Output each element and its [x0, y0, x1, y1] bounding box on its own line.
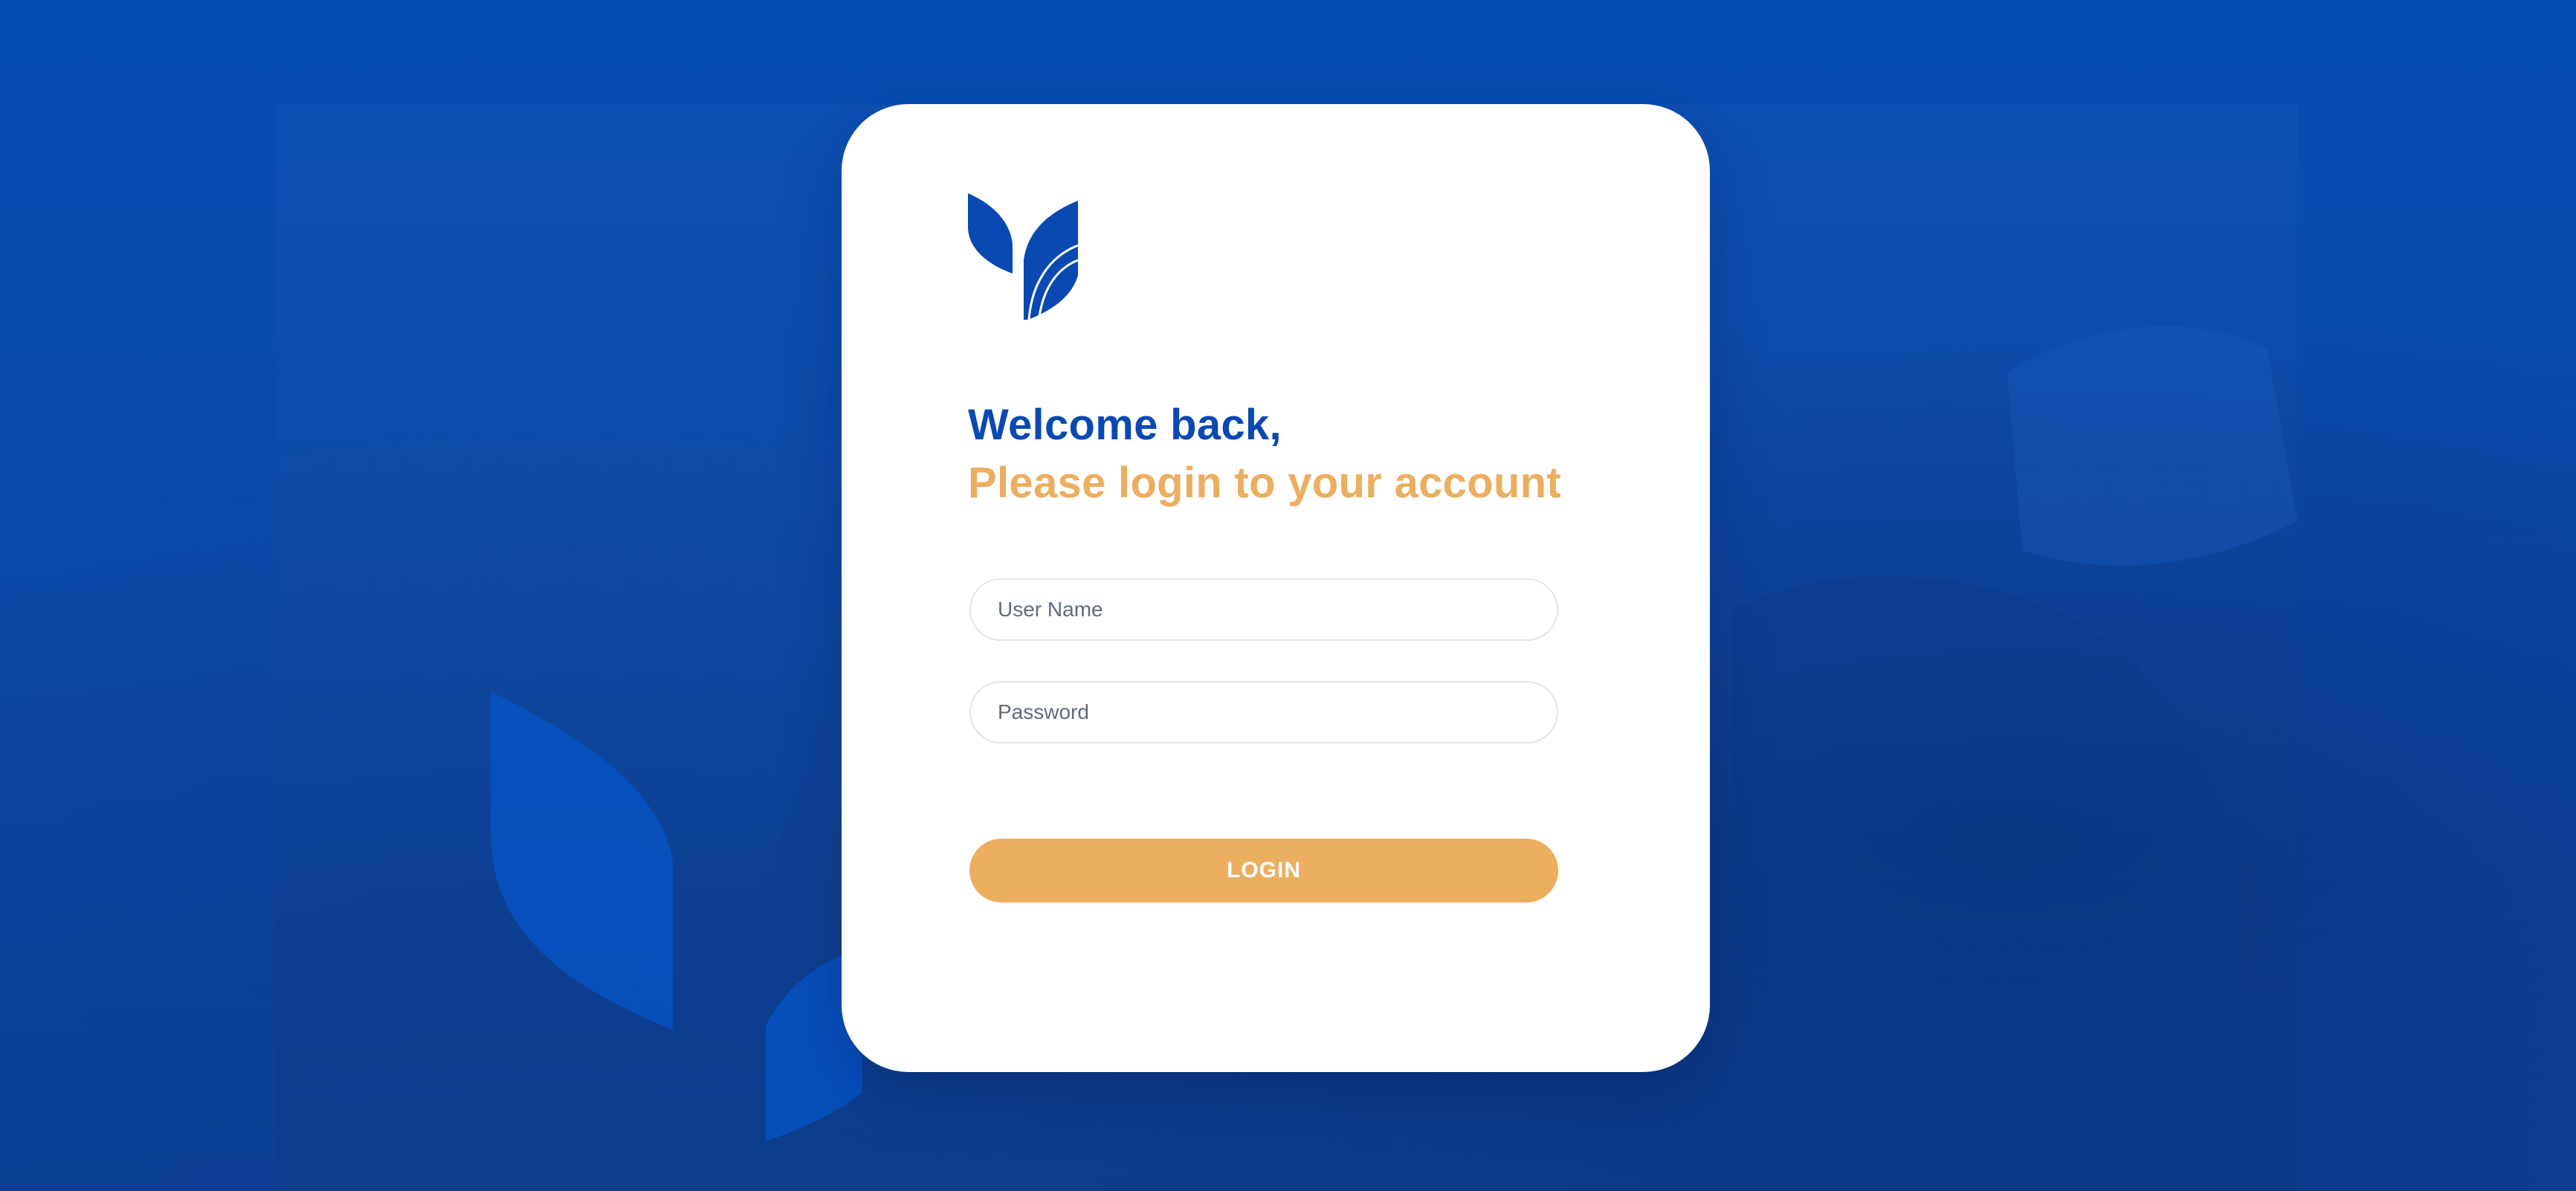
leaf-logo-icon — [968, 193, 1079, 320]
username-input[interactable] — [971, 580, 1557, 639]
login-button[interactable]: LOGIN — [969, 839, 1558, 903]
password-field[interactable] — [969, 681, 1558, 743]
login-card: Welcome back, Please login to your accou… — [842, 104, 1710, 1072]
background-photo-shadow — [2007, 326, 2297, 566]
welcome-heading: Welcome back, — [968, 401, 1282, 449]
password-input[interactable] — [971, 682, 1557, 742]
login-subtitle: Please login to your account — [968, 459, 1561, 507]
background-photo-silhouette — [1731, 576, 2230, 1191]
username-field[interactable] — [969, 578, 1558, 641]
background-leaf-left — [491, 691, 673, 1030]
